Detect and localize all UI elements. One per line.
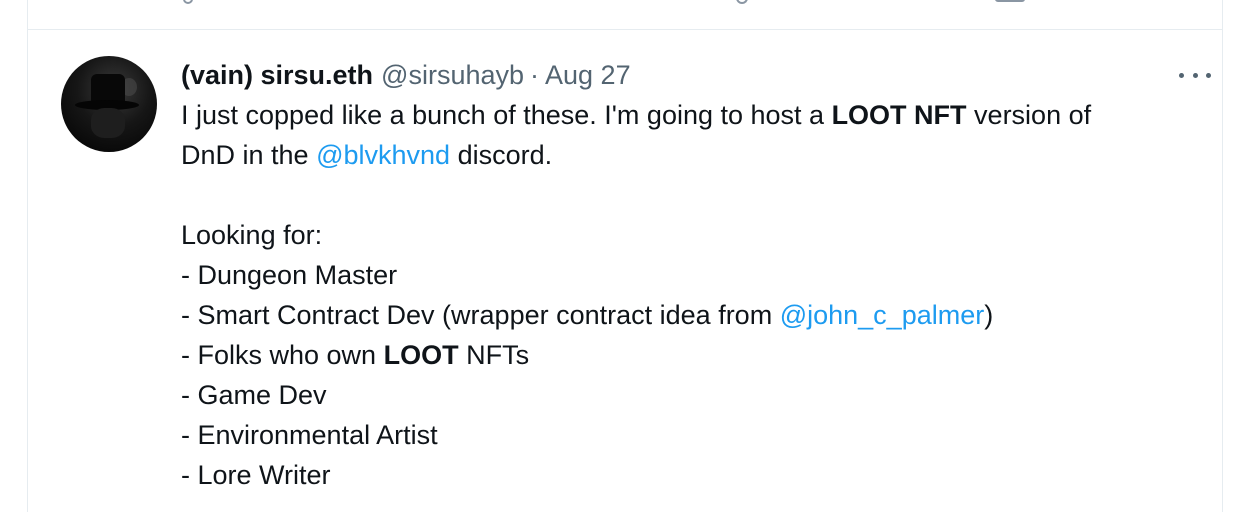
list-item: - Game Dev [181,380,327,410]
avatar-face [91,108,125,138]
tweet-line: Looking for: [181,220,323,250]
list-item: - Smart Contract Dev (wrapper contract i… [181,295,1201,335]
mention-link[interactable]: @blvkhvnd [316,140,450,170]
more-dot [1192,72,1198,78]
header-separator: · [530,60,540,90]
list-item: - Dungeon Master [181,260,398,290]
user-handle[interactable]: @sirsuhayb [381,55,524,95]
bold-text: LOOT NFT [831,100,967,130]
avatar[interactable] [61,56,157,152]
tweet-header: (vain) sirsu.eth @sirsuhayb · Aug 27 [181,55,1201,95]
text-segment: - Folks who own [181,340,384,370]
reply-icon[interactable] [183,0,193,4]
mention-link[interactable]: @john_c_palmer [780,300,985,330]
list-item: - Folks who own LOOT NFTs [181,335,1201,375]
text-segment: NFTs [458,340,530,370]
tweet-content: (vain) sirsu.eth @sirsuhayb · Aug 27 I j… [181,55,1211,495]
previous-tweet-action-bar [28,0,1222,30]
timeline-column: (vain) sirsu.eth @sirsuhayb · Aug 27 I j… [27,0,1223,512]
more-dot [1179,72,1184,78]
tweet[interactable]: (vain) sirsu.eth @sirsuhayb · Aug 27 I j… [28,31,1222,512]
text-segment: I just copped like a bunch of these. I'm… [181,100,832,130]
like-icon[interactable] [736,0,748,4]
tweet-text: I just copped like a bunch of these. I'm… [181,95,1201,495]
tweet-line: DnD in the @blvkhvnd discord. [181,135,1201,175]
more-horizontal-icon[interactable] [1177,63,1213,87]
text-segment: ) [984,300,994,330]
tweet-date[interactable]: Aug 27 [545,55,631,95]
more-dot [1206,72,1211,78]
text-segment: version of [966,100,1092,130]
text-segment: - Smart Contract Dev (wrapper contract i… [181,300,780,330]
text-segment: discord. [450,140,553,170]
list-item: - Lore Writer [181,460,331,490]
share-icon[interactable] [995,0,1025,2]
tweet-line: I just copped like a bunch of these. I'm… [181,95,1201,135]
bold-text: LOOT [383,340,459,370]
display-name[interactable]: (vain) sirsu.eth [181,55,373,95]
list-item: - Environmental Artist [181,420,438,450]
text-segment: DnD in the [181,140,317,170]
